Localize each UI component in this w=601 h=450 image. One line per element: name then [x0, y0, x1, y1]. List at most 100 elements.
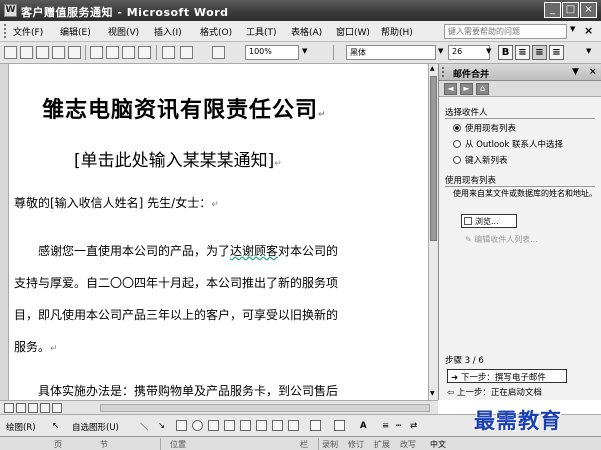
menu-insert[interactable]: 插入(I): [154, 25, 182, 38]
maximize-button[interactable]: □: [562, 2, 579, 18]
radio-type-new-list[interactable]: 键入新列表: [453, 154, 508, 166]
scroll-down-icon[interactable]: ▼: [430, 390, 435, 397]
web-layout-view-icon[interactable]: [16, 403, 26, 413]
status-extend[interactable]: 扩展: [374, 439, 390, 450]
research-icon[interactable]: [122, 46, 135, 59]
status-separator: [318, 438, 319, 450]
email-icon[interactable]: [68, 46, 81, 59]
font-size-dropdown-icon[interactable]: ▼: [486, 47, 491, 55]
word-app-icon[interactable]: W: [4, 4, 17, 17]
arrow-style-icon[interactable]: ⇄: [410, 421, 417, 431]
textbox-icon[interactable]: [208, 420, 219, 431]
wordart-icon[interactable]: [240, 420, 251, 431]
scroll-up-icon[interactable]: ▲: [430, 65, 435, 72]
format-painter-icon[interactable]: [162, 46, 175, 59]
zoom-combo[interactable]: 100%: [245, 45, 299, 60]
help-search-input[interactable]: 键入需要帮助的问题: [444, 24, 567, 39]
open-icon[interactable]: [20, 46, 33, 59]
pointer-icon[interactable]: ↖: [52, 421, 59, 431]
scrollbar-thumb[interactable]: [430, 76, 437, 241]
close-button[interactable]: ×: [580, 2, 597, 18]
rectangle-icon[interactable]: [176, 420, 187, 431]
status-track-changes[interactable]: 修订: [348, 439, 364, 450]
draw-menu-button[interactable]: 绘图(R): [6, 421, 36, 433]
menu-view[interactable]: 视图(V): [108, 25, 139, 38]
picture-icon[interactable]: [288, 420, 299, 431]
font-combo[interactable]: 黑体: [346, 45, 436, 60]
print-layout-view-icon[interactable]: [28, 403, 38, 413]
menu-file[interactable]: 文件(F): [13, 25, 43, 38]
reading-view-icon[interactable]: [52, 403, 62, 413]
document-subtitle-field[interactable]: [单击此处输入某某某通知]↵: [74, 146, 282, 171]
vertical-ruler: [0, 64, 9, 400]
oval-icon[interactable]: [192, 420, 203, 431]
task-pane-grip[interactable]: [442, 67, 446, 77]
toolbar-separator: [333, 45, 334, 60]
minimize-button[interactable]: _: [544, 2, 561, 18]
radio-outlook-contacts[interactable]: 从 Outlook 联系人中选择: [453, 138, 563, 150]
bold-button[interactable]: B: [498, 45, 513, 60]
permission-icon[interactable]: [52, 46, 65, 59]
menu-help[interactable]: 帮助(H): [381, 25, 413, 38]
vertical-textbox-icon[interactable]: [224, 420, 235, 431]
paragraph-line: 具体实施办法是：携带购物单及产品服务卡，到公司售后: [14, 384, 339, 398]
font-size-combo[interactable]: 26: [448, 45, 490, 60]
dash-style-icon[interactable]: ┅: [396, 421, 401, 431]
document-area[interactable]: 雏志电脑资讯有限责任公司↵ [单击此处输入某某某通知]↵ 尊敬的[输入收信人姓名…: [10, 64, 428, 400]
font-color-icon[interactable]: A: [360, 421, 367, 431]
task-pane-menu-icon[interactable]: ▼: [572, 67, 579, 77]
vertical-scrollbar[interactable]: ▲ ▼: [428, 64, 438, 400]
menu-window[interactable]: 窗口(W): [336, 25, 370, 38]
new-document-icon[interactable]: [4, 46, 17, 59]
spelling-icon[interactable]: [138, 46, 151, 59]
paragraph-line: 目，即凡使用本公司产品三年以上的客户，可享受以旧换新的: [14, 308, 339, 322]
home-icon[interactable]: ⌂: [476, 83, 489, 95]
task-pane-header: 邮件合并 ▼ ×: [439, 64, 601, 81]
redo-icon[interactable]: [212, 46, 225, 59]
print-preview-icon[interactable]: [106, 46, 119, 59]
back-icon[interactable]: ◄: [444, 83, 457, 95]
fill-color-icon[interactable]: [310, 420, 321, 431]
salutation-line: 尊敬的[输入收信人姓名] 先生/女士：↵: [14, 196, 219, 210]
status-overtype[interactable]: 改写: [400, 439, 416, 450]
menu-tools[interactable]: 工具(T): [246, 25, 277, 38]
outline-view-icon[interactable]: [40, 403, 50, 413]
menu-format[interactable]: 格式(O): [200, 25, 232, 38]
normal-view-icon[interactable]: [4, 403, 14, 413]
toolbar-separator: [85, 45, 86, 60]
menu-table[interactable]: 表格(A): [291, 25, 322, 38]
help-dropdown-icon[interactable]: ▼: [570, 25, 575, 33]
font-dropdown-icon[interactable]: ▼: [438, 47, 443, 55]
previous-step-link[interactable]: ⇦ 上一步：正在启动文档: [447, 386, 542, 398]
clipart-icon[interactable]: [272, 420, 283, 431]
menu-edit[interactable]: 编辑(E): [60, 25, 91, 38]
save-icon[interactable]: [36, 46, 49, 59]
line-style-icon[interactable]: ≡: [382, 421, 389, 431]
undo-icon[interactable]: [180, 46, 193, 59]
align-justify-icon[interactable]: ≡: [549, 45, 564, 60]
mail-merge-task-pane: 邮件合并 ▼ × ◄ ► ⌂ 选择收件人 使用现有列表 从 Outlook 联系…: [438, 64, 601, 400]
diagram-icon[interactable]: [256, 420, 267, 431]
browse-button[interactable]: 浏览...: [461, 214, 517, 228]
radio-use-existing-list[interactable]: 使用现有列表: [453, 122, 516, 134]
zoom-dropdown-icon[interactable]: ▼: [302, 47, 307, 55]
horizontal-scrollbar[interactable]: [100, 404, 430, 412]
align-center-icon[interactable]: ≡: [532, 45, 547, 60]
next-step-button[interactable]: ➜ 下一步：撰写电子邮件: [447, 369, 567, 383]
autoshapes-menu-button[interactable]: 自选图形(U): [72, 421, 119, 433]
toolbar-options-icon[interactable]: ▼: [586, 47, 591, 55]
title-bar: W 客户赠值服务通知 - Microsoft Word _ □ ×: [0, 0, 601, 21]
task-pane-close-icon[interactable]: ×: [589, 67, 597, 77]
line-color-icon[interactable]: [334, 420, 345, 431]
forward-icon[interactable]: ►: [460, 83, 473, 95]
status-record[interactable]: 录制: [322, 439, 338, 450]
align-left-icon[interactable]: ≡: [515, 45, 530, 60]
menubar-grip[interactable]: [4, 24, 8, 38]
toolbar-separator: [156, 45, 157, 60]
line-icon[interactable]: ＼: [140, 421, 149, 433]
print-icon[interactable]: [90, 46, 103, 59]
arrow-icon[interactable]: ↘: [158, 421, 165, 431]
status-position: 位置: [170, 440, 186, 449]
document-close-button[interactable]: ×: [584, 24, 593, 37]
view-bar: [0, 400, 438, 414]
